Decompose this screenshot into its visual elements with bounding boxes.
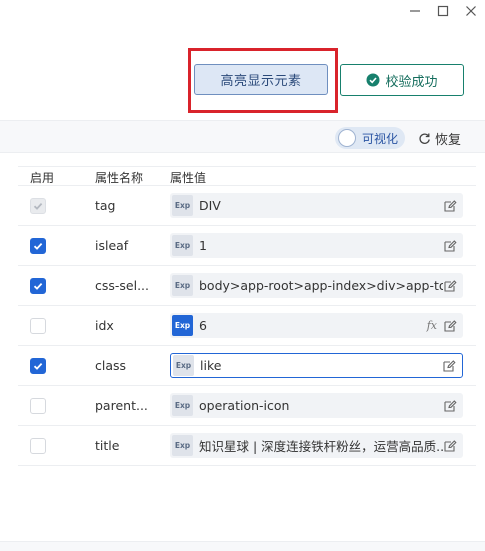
- attr-value-field[interactable]: Exp operation-icon: [170, 393, 463, 418]
- attr-name: css-sel...: [95, 278, 150, 293]
- highlight-element-button[interactable]: 高亮显示元素: [194, 64, 328, 95]
- edit-icon[interactable]: [443, 399, 457, 413]
- toggle-knob: [338, 129, 356, 147]
- enable-checkbox[interactable]: [30, 278, 46, 294]
- table-row: title Exp 知识星球 | 深度连接铁杆粉丝，运营高品质...: [18, 426, 476, 466]
- visualize-toggle[interactable]: 可视化: [335, 127, 405, 149]
- attr-value[interactable]: 知识星球 | 深度连接铁杆粉丝，运营高品质...: [199, 436, 443, 455]
- attr-value-field[interactable]: Exp 知识星球 | 深度连接铁杆粉丝，运营高品质...: [170, 433, 463, 458]
- attr-value[interactable]: 6: [199, 318, 427, 333]
- attr-value-field[interactable]: Exp 1: [170, 233, 463, 258]
- edit-icon[interactable]: [443, 319, 457, 333]
- action-bar: 高亮显示元素 校验成功: [0, 22, 485, 120]
- expression-toggle[interactable]: Exp: [172, 315, 193, 336]
- table-row: idx Exp 6 fx: [18, 306, 476, 346]
- expression-toggle[interactable]: Exp: [172, 395, 193, 416]
- enable-checkbox[interactable]: [30, 318, 46, 334]
- visualize-label: 可视化: [362, 131, 399, 146]
- enable-checkbox[interactable]: [30, 238, 46, 254]
- edit-icon[interactable]: [443, 199, 457, 213]
- enable-checkbox: [30, 198, 46, 214]
- attr-name: parent...: [95, 398, 148, 413]
- attr-name: tag: [95, 198, 116, 213]
- bottom-strip: [0, 541, 485, 551]
- table-row: tag Exp DIV: [18, 186, 476, 226]
- attr-value[interactable]: body>app-root>app-index>div>app-to...: [199, 278, 443, 293]
- enable-checkbox[interactable]: [30, 438, 46, 454]
- close-icon[interactable]: [457, 0, 485, 22]
- enable-checkbox[interactable]: [30, 398, 46, 414]
- table-header: 启用 属性名称 属性值: [18, 166, 476, 186]
- function-icon[interactable]: fx: [427, 319, 437, 332]
- maximize-icon[interactable]: [429, 0, 457, 22]
- window-controls: [401, 0, 485, 22]
- restore-button[interactable]: 恢复: [418, 128, 461, 148]
- verify-success-label: 校验成功: [385, 74, 438, 90]
- attr-value-field[interactable]: Exp DIV: [170, 193, 463, 218]
- expression-toggle[interactable]: Exp: [173, 355, 194, 376]
- expression-toggle[interactable]: Exp: [172, 435, 193, 456]
- table-row: class Exp like: [18, 346, 476, 386]
- toolbar: 可视化 恢复: [0, 120, 485, 153]
- check-circle-icon: [366, 73, 380, 87]
- edit-icon[interactable]: [443, 239, 457, 253]
- attr-value-field[interactable]: Exp body>app-root>app-index>div>app-to...: [170, 273, 463, 298]
- edit-icon[interactable]: [443, 439, 457, 453]
- expression-toggle[interactable]: Exp: [172, 275, 193, 296]
- edit-icon[interactable]: [443, 279, 457, 293]
- attr-name: isleaf: [95, 238, 129, 253]
- table-row: css-sel... Exp body>app-root>app-index>div…: [18, 266, 476, 306]
- highlight-element-label: 高亮显示元素: [220, 74, 302, 89]
- header-attr-name: 属性名称: [95, 171, 144, 185]
- attr-name: title: [95, 438, 120, 453]
- attr-name: idx: [95, 318, 114, 333]
- table-row: isleaf Exp 1: [18, 226, 476, 266]
- enable-checkbox[interactable]: [30, 358, 46, 374]
- expression-toggle[interactable]: Exp: [172, 195, 193, 216]
- attr-value[interactable]: like: [200, 358, 442, 373]
- header-attr-value: 属性值: [170, 171, 207, 185]
- attr-value[interactable]: DIV: [199, 198, 443, 213]
- edit-icon[interactable]: [442, 359, 456, 373]
- minimize-icon[interactable]: [401, 0, 429, 22]
- header-enabled: 启用: [30, 171, 55, 185]
- restore-label: 恢复: [435, 132, 462, 148]
- table-row: parent... Exp operation-icon: [18, 386, 476, 426]
- refresh-icon: [419, 133, 430, 144]
- attr-value-field[interactable]: Exp like: [170, 353, 463, 378]
- verify-success-button[interactable]: 校验成功: [340, 64, 464, 96]
- attr-name: class: [95, 358, 127, 373]
- attr-value[interactable]: 1: [199, 238, 443, 253]
- attr-value[interactable]: operation-icon: [199, 398, 443, 413]
- expression-toggle[interactable]: Exp: [172, 235, 193, 256]
- attr-value-field[interactable]: Exp 6 fx: [170, 313, 463, 338]
